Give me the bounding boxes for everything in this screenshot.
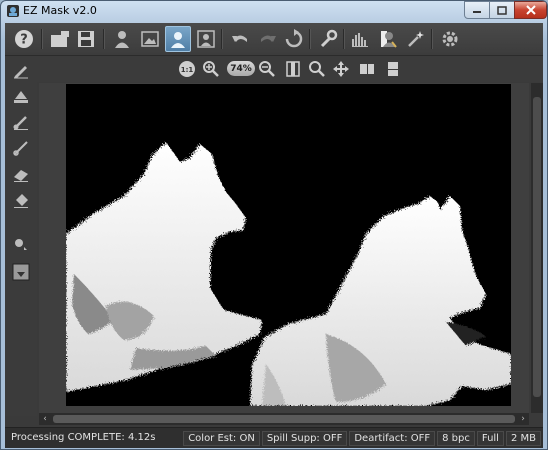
zoom-in-icon[interactable] [201,59,221,79]
eraser-tool-icon[interactable] [11,164,31,184]
title-bar: EZ Mask v2.0 [1,1,547,21]
bit-depth-status: 8 bpc [437,431,475,446]
save-button[interactable] [73,26,99,52]
foreground-view-button[interactable] [109,26,135,52]
memory-status: 2 MB [505,431,541,446]
paint-bucket-icon[interactable] [11,190,31,210]
composite-view-button[interactable] [193,26,219,52]
magic-wand-icon[interactable] [403,26,429,52]
toolbar-separator [343,29,345,49]
zoom-level[interactable]: 74% [227,61,255,76]
horizontal-scrollbar[interactable]: ‹ › [39,413,529,425]
status-message: Processing COMPLETE: 4.12s [11,432,156,443]
actual-size-label: 1:1 [181,66,194,74]
brush-size-icon[interactable] [11,234,31,254]
color-swatch-button[interactable] [11,262,31,282]
status-segments: Color Est: ON Spill Supp: OFF Deartifact… [183,431,541,446]
app-logo-icon [6,4,20,18]
gear-icon[interactable] [437,26,463,52]
maximize-button[interactable] [489,1,515,19]
settings-wrench-icon[interactable] [315,26,341,52]
pan-move-icon[interactable] [331,59,351,79]
mask-view-button[interactable] [165,26,191,52]
split-vertical-button[interactable] [383,59,403,79]
mask-person-icon[interactable] [375,26,401,52]
vertical-scroll-thumb[interactable] [533,97,541,397]
left-tool-panel [5,56,37,416]
open-image-button[interactable] [47,26,73,52]
view-toolbar: 1:1 74% [5,56,543,82]
close-button[interactable] [514,1,547,19]
zoom-out-icon[interactable] [257,59,277,79]
toolbar-separator [221,29,223,49]
minimize-button[interactable] [464,1,490,19]
scroll-right-arrow[interactable]: › [517,413,529,425]
window-title: EZ Mask v2.0 [23,4,97,17]
image-view-button[interactable] [137,26,163,52]
redo-button[interactable] [255,26,281,52]
help-glyph: ? [20,33,28,48]
scroll-left-arrow[interactable]: ‹ [39,413,51,425]
vertical-scrollbar[interactable] [531,83,543,413]
fit-window-button[interactable] [283,59,303,79]
main-toolbar: ? [5,23,543,56]
spill-suppression-status[interactable]: Spill Supp: OFF [261,431,348,446]
status-bar: Processing COMPLETE: 4.12s Color Est: ON… [5,427,543,448]
pencil-tool-icon[interactable] [11,60,31,80]
toolbar-separator [103,29,105,49]
brush-tool-icon[interactable] [11,112,31,132]
histogram-button[interactable] [347,26,373,52]
color-estimation-status[interactable]: Color Est: ON [183,431,260,446]
horizontal-scroll-thumb[interactable] [53,415,515,423]
canvas-area[interactable] [39,83,529,413]
magnifier-icon[interactable] [307,59,327,79]
help-button[interactable]: ? [11,26,37,52]
mask-image[interactable] [66,84,511,406]
split-horizontal-button[interactable] [357,59,377,79]
view-mode-status[interactable]: Full [476,431,504,446]
refresh-button[interactable] [281,26,307,52]
fill-tool-icon[interactable] [11,86,31,106]
toolbar-separator [41,29,43,49]
actual-size-button[interactable]: 1:1 [177,59,197,79]
app-window: EZ Mask v2.0 ? 1:1 74% ‹ › Processing CO… [0,0,548,450]
stroke-tool-icon[interactable] [11,138,31,158]
toolbar-separator [309,29,311,49]
undo-button[interactable] [227,26,253,52]
toolbar-separator [431,29,433,49]
app-client-area: ? 1:1 74% ‹ › Processing COMPLETE: 4.12s… [5,23,543,448]
deartifact-status[interactable]: Deartifact: OFF [349,431,436,446]
